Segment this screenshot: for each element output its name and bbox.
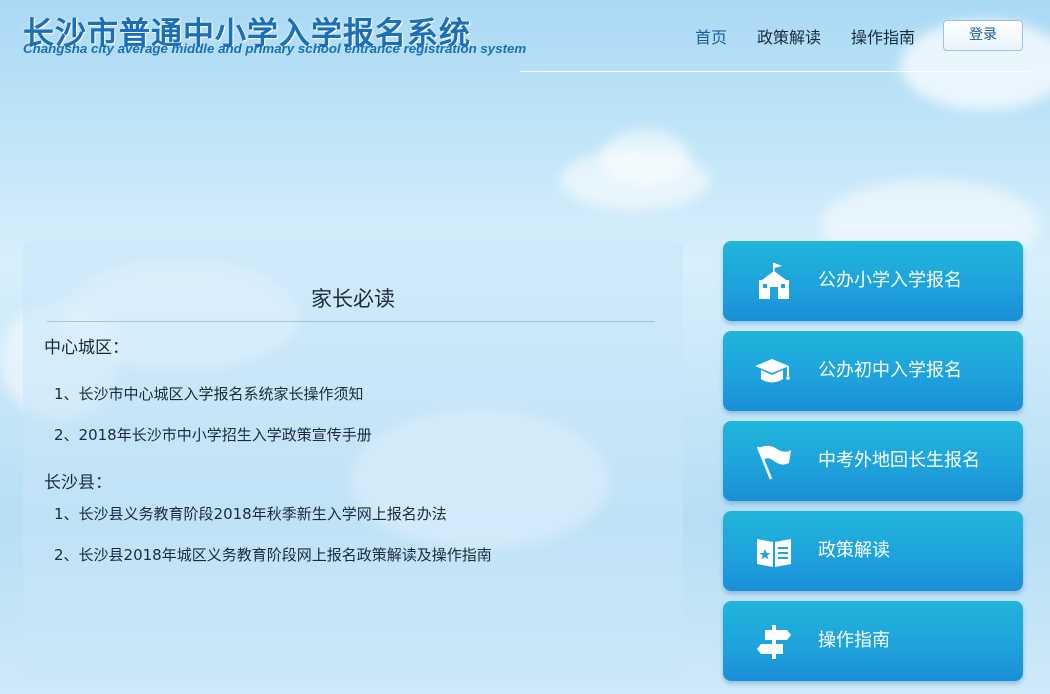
flag-icon <box>755 441 793 481</box>
site-subtitle: Changsha city average middle and primary… <box>23 41 527 56</box>
operation-guide-button[interactable]: 操作指南 <box>723 601 1023 681</box>
section-heading-county: 长沙县： <box>44 473 112 493</box>
school-building-icon <box>755 261 793 301</box>
entry-label: 公办小学入学报名 <box>818 270 962 291</box>
notice-link[interactable]: 2、长沙县2018年城区义务教育阶段网上报名政策解读及操作指南 <box>54 544 492 565</box>
header: 长沙市普通中小学入学报名系统 Changsha city average mid… <box>0 0 1050 72</box>
entry-label: 公办初中入学报名 <box>818 360 962 381</box>
notice-link[interactable]: 2、2018年长沙市中小学招生入学政策宣传手册 <box>54 424 372 445</box>
returning-student-registration-button[interactable]: 中考外地回长生报名 <box>723 421 1023 501</box>
header-divider <box>520 71 1030 72</box>
panel-title: 家长必读 <box>311 287 395 311</box>
login-button[interactable]: 登录 <box>943 20 1023 51</box>
graduation-cap-icon <box>755 351 793 391</box>
notice-link[interactable]: 1、长沙县义务教育阶段2018年秋季新生入学网上报名办法 <box>54 503 447 524</box>
entry-label: 操作指南 <box>818 630 890 651</box>
middle-school-registration-button[interactable]: 公办初中入学报名 <box>723 331 1023 411</box>
entry-label: 政策解读 <box>818 540 890 561</box>
open-book-star-icon <box>755 531 793 571</box>
nav-guide[interactable]: 操作指南 <box>851 24 915 48</box>
panel-divider <box>47 321 655 322</box>
section-heading-central: 中心城区： <box>44 338 129 358</box>
notice-link[interactable]: 1、长沙市中心城区入学报名系统家长操作须知 <box>54 383 364 404</box>
policy-interpretation-button[interactable]: 政策解读 <box>723 511 1023 591</box>
entry-label: 中考外地回长生报名 <box>818 450 980 471</box>
nav-policy[interactable]: 政策解读 <box>757 24 821 48</box>
background-cloud <box>600 130 690 185</box>
nav-home[interactable]: 首页 <box>695 24 727 48</box>
primary-school-registration-button[interactable]: 公办小学入学报名 <box>723 241 1023 321</box>
main-nav: 首页 政策解读 操作指南 <box>665 24 915 48</box>
signpost-icon <box>755 621 793 661</box>
